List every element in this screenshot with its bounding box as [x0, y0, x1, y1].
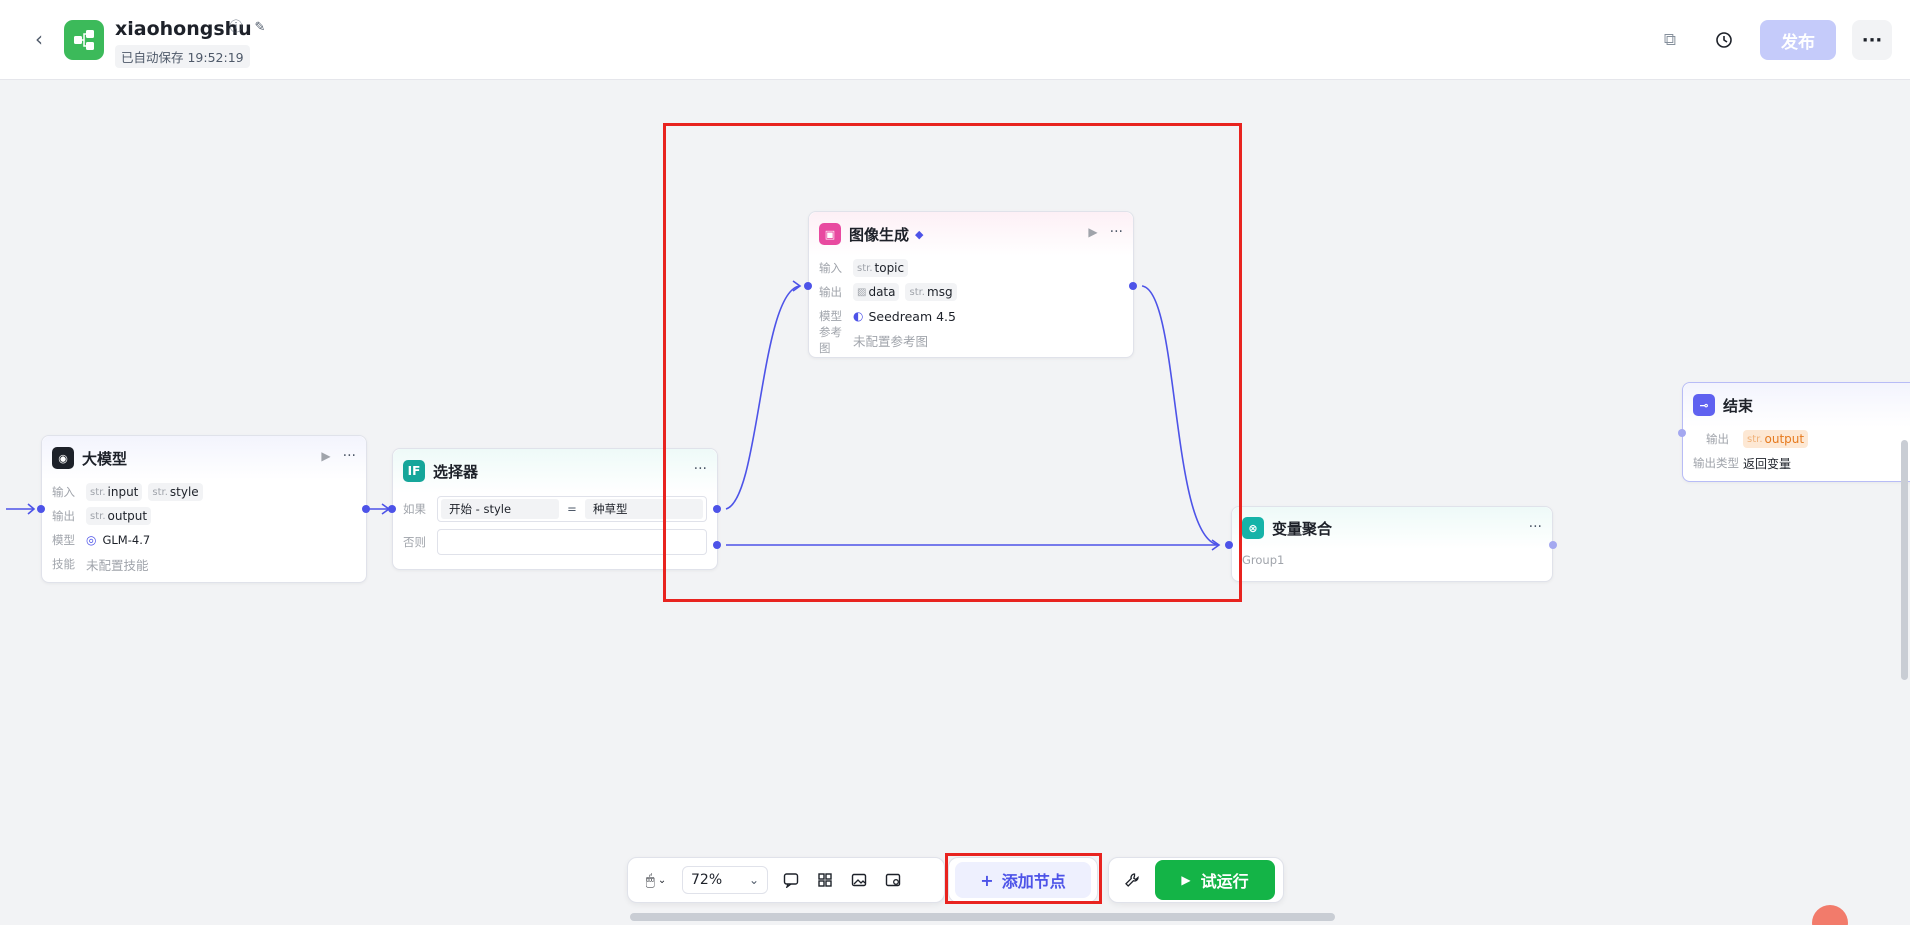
glm-model-icon: ◎	[86, 533, 97, 547]
minimap-icon[interactable]	[876, 863, 910, 897]
zoom-value: 72%	[691, 872, 723, 888]
aggregate-output-port[interactable]	[1549, 541, 1557, 549]
zoom-select[interactable]: 72% ⌄	[682, 866, 768, 894]
publish-button[interactable]: 发布	[1760, 20, 1836, 60]
var-chip: str. style	[148, 483, 203, 501]
selector-input-port[interactable]	[388, 505, 396, 513]
if-icon: IF	[403, 460, 425, 482]
output-label: 输出	[1706, 432, 1729, 446]
aggregate-node[interactable]: ⊗ 变量聚合 ··· Group1	[1231, 506, 1553, 582]
model-label: 模型	[52, 533, 75, 547]
run-toolbar: ▶ 试运行	[1108, 857, 1284, 903]
llm-input-port[interactable]	[37, 505, 45, 513]
play-icon: ▶	[1181, 873, 1191, 887]
llm-node[interactable]: ◉ 大模型 ▶ ··· 输入 str. input str. style 输出 st…	[41, 435, 367, 583]
var-chip: str. output	[86, 507, 152, 525]
highlight-box-add-node	[945, 853, 1102, 904]
assistant-avatar[interactable]	[1812, 905, 1848, 925]
info-icon[interactable]: ⓘ	[228, 20, 244, 36]
selector-node-title: 选择器	[433, 462, 479, 481]
image-export-icon[interactable]	[842, 863, 876, 897]
highlight-box-canvas	[663, 123, 1242, 602]
var-chip: str. input	[86, 483, 143, 501]
run-node-icon[interactable]: ▶	[321, 449, 330, 463]
try-run-label: 试运行	[1200, 872, 1249, 891]
vertical-scrollbar[interactable]	[1901, 440, 1908, 680]
skill-value: 未配置技能	[86, 557, 149, 573]
copy-icon[interactable]: ⧉	[1654, 24, 1686, 56]
history-icon[interactable]	[1708, 24, 1740, 56]
condition-operator: =	[567, 502, 577, 516]
condition-left: 开始 - style	[441, 499, 559, 519]
mouse-mode-icon[interactable]: 🖱︎ ⌄	[636, 863, 676, 897]
layout-grid-icon[interactable]	[808, 863, 842, 897]
if-label: 如果	[403, 502, 426, 516]
group-label: Group1	[1242, 553, 1285, 567]
wrench-icon[interactable]	[1115, 863, 1149, 897]
horizontal-scrollbar[interactable]	[630, 913, 1335, 921]
autosave-status: 已自动保存 19:52:19	[115, 45, 250, 68]
end-node[interactable]: ⊸ 结束 输出 str. output 输出类型 返回变量	[1682, 382, 1910, 482]
else-label: 否则	[403, 535, 426, 549]
model-name: GLM-4.7	[102, 533, 151, 547]
output-type-value: 返回变量	[1743, 456, 1792, 471]
output-label: 输出	[52, 509, 75, 523]
back-chevron-icon[interactable]: ‹	[28, 28, 50, 50]
comment-icon[interactable]	[774, 863, 808, 897]
end-node-title: 结束	[1723, 396, 1754, 415]
aggregate-node-title: 变量聚合	[1272, 519, 1333, 538]
more-options-button[interactable]: ···	[1852, 20, 1892, 60]
try-run-button[interactable]: ▶ 试运行	[1155, 860, 1275, 900]
edit-icon[interactable]: ✎	[252, 20, 268, 36]
end-icon: ⊸	[1693, 394, 1715, 416]
node-more-icon[interactable]: ···	[1529, 519, 1542, 535]
end-input-port[interactable]	[1678, 429, 1686, 437]
top-bar: ‹ xiaohongshu ⓘ ✎ 已自动保存 19:52:19 ⧉ 发布 ··…	[0, 0, 1910, 80]
aggregate-icon: ⊗	[1242, 517, 1264, 539]
llm-output-port[interactable]	[362, 505, 370, 513]
workflow-app-icon	[64, 20, 104, 60]
input-label: 输入	[52, 485, 75, 499]
output-type-label: 输出类型	[1693, 456, 1739, 470]
canvas-toolbar: 🖱︎ ⌄ 72% ⌄	[627, 857, 945, 903]
skill-label: 技能	[52, 557, 75, 571]
llm-icon: ◉	[52, 447, 74, 469]
node-more-icon[interactable]: ···	[343, 448, 356, 464]
llm-node-title: 大模型	[82, 449, 128, 468]
chevron-down-icon: ⌄	[748, 873, 759, 887]
var-chip: str. output	[1743, 430, 1809, 448]
